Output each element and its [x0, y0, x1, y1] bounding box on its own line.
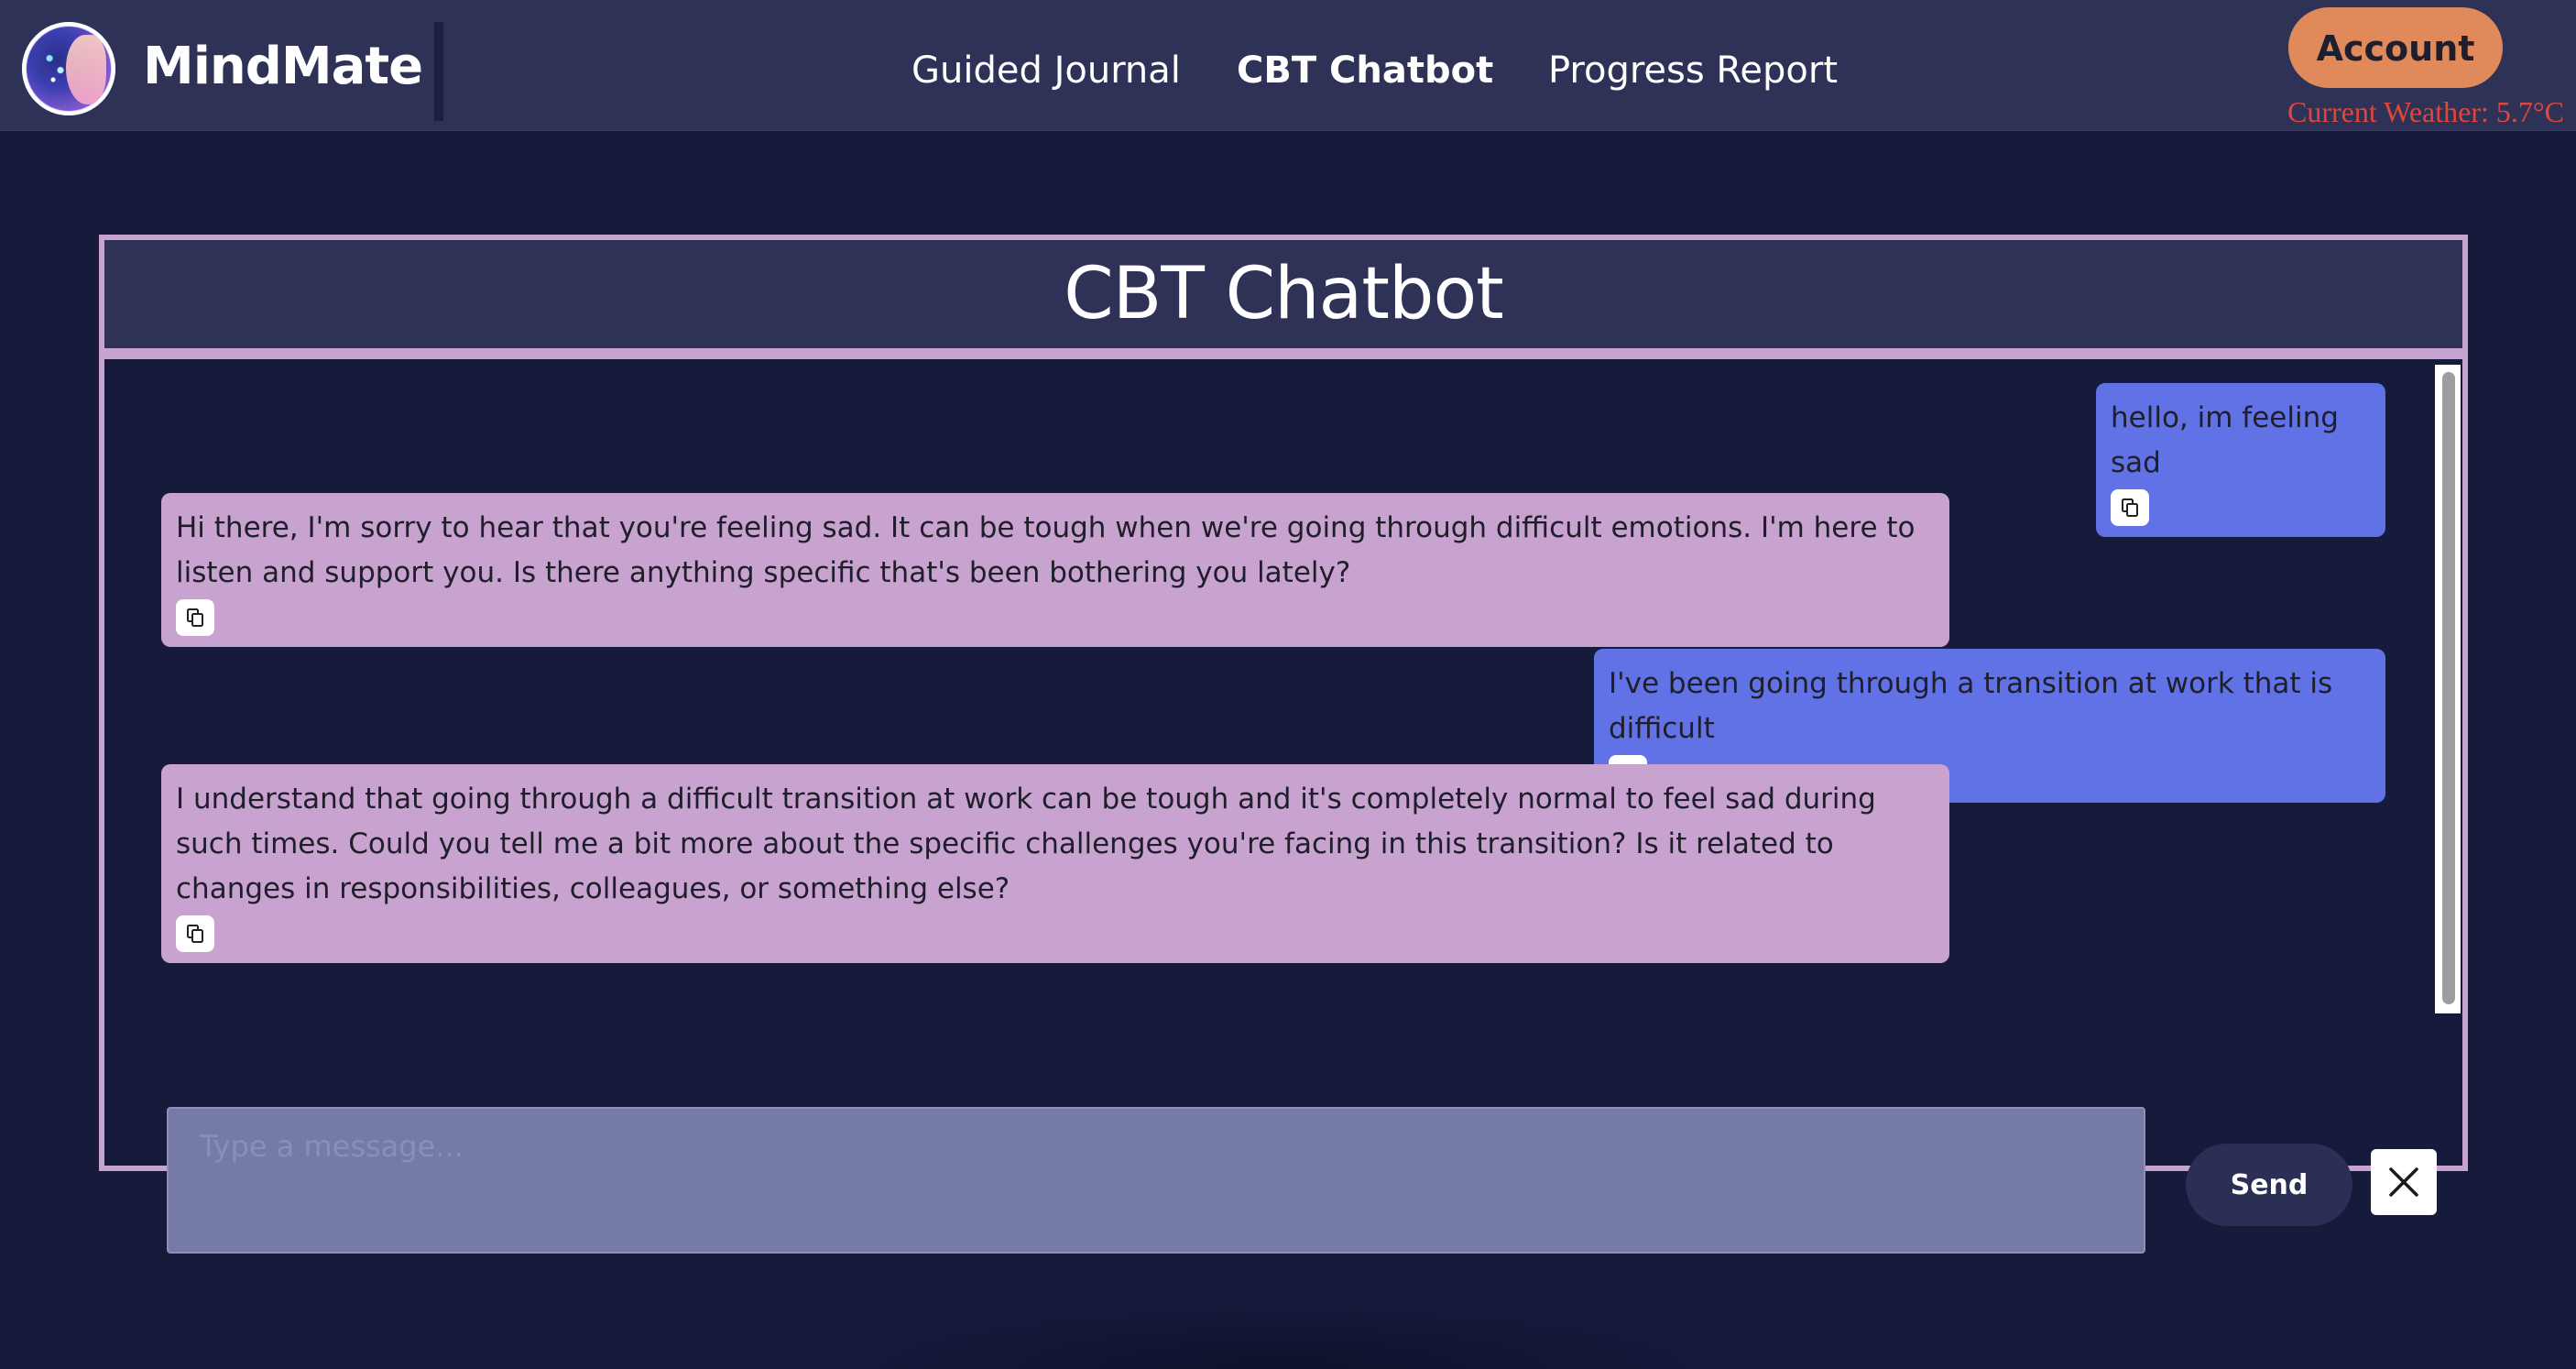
close-button[interactable] — [2371, 1149, 2437, 1215]
chat-title: CBT Chatbot — [1064, 253, 1504, 335]
copy-button[interactable] — [176, 915, 214, 952]
scrollbar-thumb[interactable] — [2442, 372, 2455, 1004]
copy-icon — [187, 925, 203, 943]
copy-button[interactable] — [176, 599, 214, 636]
message-bot: I understand that going through a diffic… — [161, 764, 1949, 963]
nav-guided-journal[interactable]: Guided Journal — [911, 49, 1181, 92]
weather-readout: Current Weather: 5.7°C — [2287, 95, 2564, 128]
copy-icon — [187, 608, 203, 627]
message-user: hello, im feeling sad — [2096, 383, 2385, 537]
brand-divider — [434, 22, 443, 121]
message-bot: Hi there, I'm sorry to hear that you're … — [161, 493, 1949, 647]
background-shadow — [824, 1301, 1741, 1369]
message-input[interactable] — [167, 1107, 2145, 1254]
account-button[interactable]: Account — [2288, 7, 2503, 88]
nav-cbt-chatbot[interactable]: CBT Chatbot — [1237, 49, 1493, 92]
brand-name[interactable]: MindMate — [143, 37, 423, 96]
message-text: Hi there, I'm sorry to hear that you're … — [176, 511, 1916, 589]
chat-title-bar: CBT Chatbot — [104, 240, 2462, 359]
send-button[interactable]: Send — [2186, 1144, 2352, 1226]
nav-progress-report[interactable]: Progress Report — [1548, 49, 1838, 92]
mindmate-logo-icon[interactable] — [22, 22, 115, 115]
message-scrollbar[interactable] — [2435, 365, 2461, 1013]
message-list: hello, im feeling sad Hi there, I'm sorr… — [104, 365, 2462, 1254]
message-text: I've been going through a transition at … — [1609, 667, 2333, 745]
message-text: I understand that going through a diffic… — [176, 783, 1876, 905]
chat-panel: CBT Chatbot hello, im feeling sad Hi the… — [99, 235, 2468, 1254]
copy-button[interactable] — [2111, 489, 2149, 526]
top-navbar: MindMate Guided Journal CBT Chatbot Prog… — [0, 0, 2576, 131]
close-icon — [2389, 1167, 2418, 1197]
logo-face — [66, 35, 106, 104]
copy-icon — [2122, 498, 2138, 517]
message-text: hello, im feeling sad — [2111, 401, 2339, 479]
